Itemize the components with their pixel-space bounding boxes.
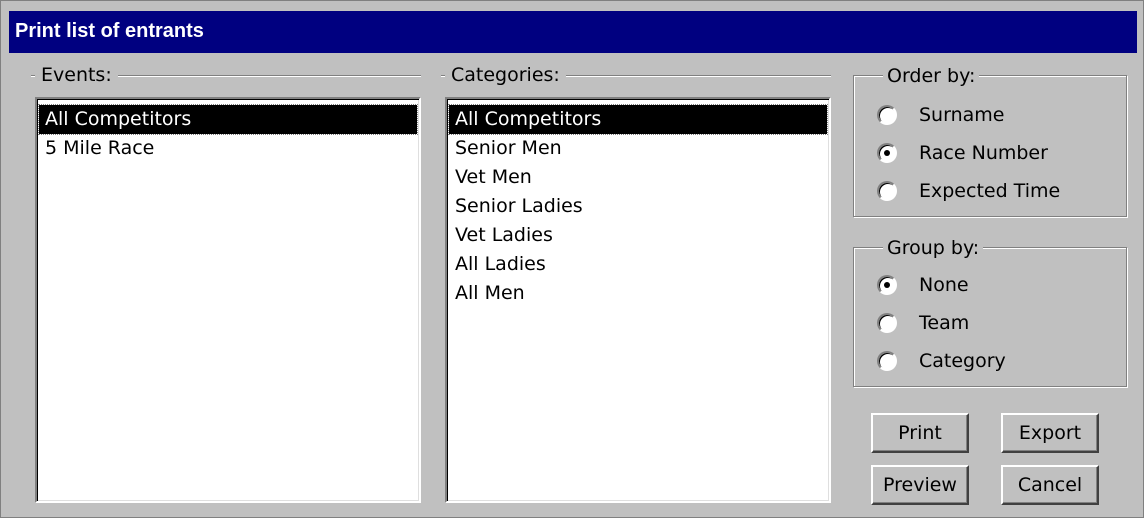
events-listbox[interactable]: All Competitors 5 Mile Race <box>35 97 421 503</box>
radio-button[interactable] <box>877 351 897 371</box>
order-by-option[interactable]: Surname <box>877 101 1004 129</box>
title-bar: Print list of entrants <box>9 11 1137 53</box>
categories-list-item[interactable]: All Men <box>449 279 827 308</box>
categories-list-item[interactable]: All Ladies <box>449 250 827 279</box>
categories-list-item[interactable]: Senior Ladies <box>449 192 827 221</box>
radio-label: Surname <box>919 104 1005 126</box>
radio-button[interactable] <box>877 313 897 333</box>
group-by-option[interactable]: None <box>877 271 969 299</box>
categories-listbox[interactable]: All Competitors Senior Men Vet Men Senior L… <box>445 97 831 503</box>
categories-list-item[interactable]: Vet Ladies <box>449 221 827 250</box>
window-title: Print list of entrants <box>15 20 204 42</box>
order-by-option[interactable]: Expected Time <box>877 177 1060 205</box>
categories-list: All Competitors Senior Men Vet Men Senior L… <box>447 99 829 308</box>
preview-button[interactable]: Preview <box>871 465 969 505</box>
export-button[interactable]: Export <box>1001 413 1099 453</box>
print-button[interactable]: Print <box>871 413 969 453</box>
radio-button[interactable] <box>877 181 897 201</box>
radio-label: Category <box>919 350 1006 372</box>
radio-button[interactable] <box>877 105 897 125</box>
group-by-option[interactable]: Category <box>877 347 1006 375</box>
radio-label: Expected Time <box>919 180 1061 202</box>
order-by-option[interactable]: Race Number <box>877 139 1048 167</box>
group-by-option[interactable]: Team <box>877 309 969 337</box>
cancel-button[interactable]: Cancel <box>1001 465 1099 505</box>
events-label: Events: <box>35 64 118 86</box>
radio-label: Race Number <box>919 142 1048 164</box>
categories-list-item[interactable]: Senior Men <box>449 134 827 163</box>
radio-label: Team <box>919 312 970 334</box>
radio-label: None <box>919 274 969 296</box>
events-list-item[interactable]: All Competitors <box>38 104 418 135</box>
events-list-item[interactable]: 5 Mile Race <box>39 134 417 163</box>
events-list: All Competitors 5 Mile Race <box>37 99 419 163</box>
group-by-label: Group by: <box>883 237 984 259</box>
print-entrants-dialog: Print list of entrants Events: All Compe… <box>0 0 1144 518</box>
categories-list-item[interactable]: Vet Men <box>449 163 827 192</box>
categories-list-item[interactable]: All Competitors <box>448 104 828 135</box>
radio-button[interactable] <box>877 275 897 295</box>
radio-button[interactable] <box>877 143 897 163</box>
order-by-label: Order by: <box>883 65 980 87</box>
categories-label: Categories: <box>445 64 566 86</box>
